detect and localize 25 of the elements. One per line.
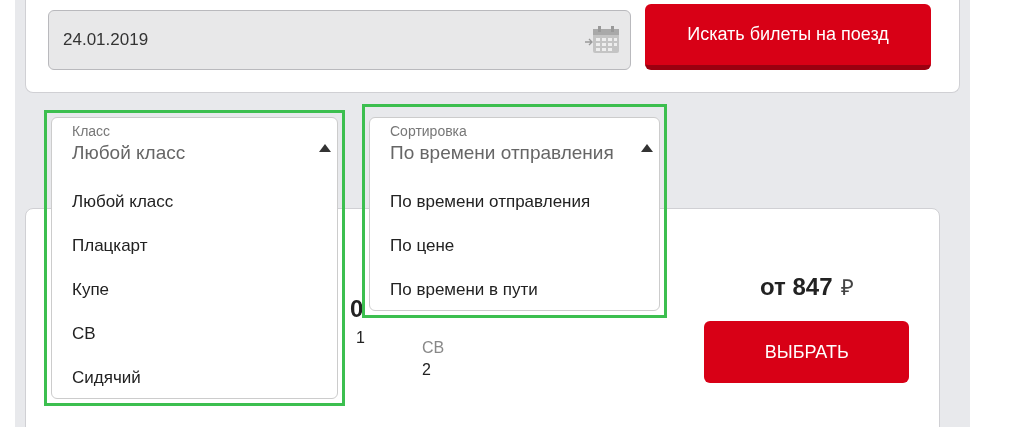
dropdown-option[interactable]: Плацкарт [72,224,337,268]
dropdown-label: Сортировка [390,123,467,139]
currency-sign: ₽ [840,274,854,301]
dropdown-option[interactable]: По времени отправления [390,180,659,224]
dropdown-value: По времени отправления [390,142,614,164]
dropdown[interactable]: Класс Любой класс Любой класс Плацкарт Купе СВ Сидячий [51,117,338,399]
dropdown-option[interactable]: Любой класс [72,180,337,224]
choose-button[interactable]: ВЫБРАТЬ [704,321,910,383]
dropdown[interactable]: Сортировка По времени отправления По времени отправления По цене По времени в пути [369,117,660,311]
dropdown-option[interactable]: По времени в пути [390,268,659,312]
dropdown-value: Любой класс [72,142,186,164]
dropdown-option[interactable]: Купе [72,268,337,312]
dropdown-option[interactable]: Сидячий [72,356,337,400]
seat-type-label: СВ [422,339,445,357]
caret-up-icon[interactable] [319,144,331,152]
dropdown-option[interactable]: По цене [390,224,659,268]
seat-count: 1 [356,329,365,347]
date-field[interactable]: 24.01.2019 [48,10,631,70]
price: от 847 [759,273,833,301]
caret-up-icon[interactable] [641,144,653,152]
dropdown-label: Класс [72,123,111,139]
dropdown-option[interactable]: СВ [72,312,337,356]
search-button[interactable]: Искать билеты на поезд [645,4,931,70]
departure-time: 0 [350,295,364,323]
seat-count: 2 [422,361,432,379]
